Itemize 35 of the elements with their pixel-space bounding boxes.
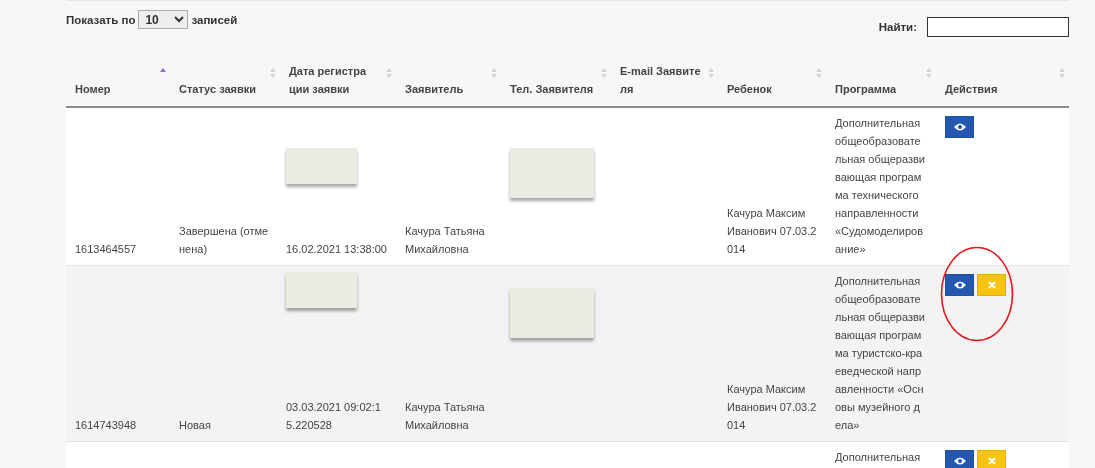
status-text: Новая	[179, 418, 212, 433]
close-icon	[987, 281, 996, 289]
column-header[interactable]: Дата регистра ции заявки	[289, 62, 367, 98]
program-name: Дополнительная общеобразовате льная общеразви вающая програм ма туристско-кра еведческой напр авленности «Осн овы музейного д ела»	[835, 274, 926, 433]
eye-icon	[953, 281, 966, 289]
search-field[interactable]	[927, 17, 1069, 37]
eye-icon	[953, 123, 966, 131]
page-size-select[interactable]: 10	[138, 10, 189, 29]
eye-icon	[953, 457, 966, 465]
close-icon	[987, 457, 996, 465]
column-header[interactable]: Заявитель	[405, 80, 464, 98]
length-label: записей	[191, 13, 238, 26]
request-number: 1613464557	[75, 242, 138, 257]
program-name: Дополнительная общеобразовате льная общеразви вающая програм ма технического направленности «Судомоделиров ание»	[835, 116, 926, 257]
search-label: Найти:	[878, 21, 917, 33]
applicant-name: Качура Татьяна Михайловна	[405, 400, 486, 433]
child-name: Качура Максим Иванович 07.03.2 014	[727, 382, 818, 433]
date-text: 03.03.2021 09:02:1 5.220528	[286, 400, 382, 433]
length-label: Показать по	[66, 13, 136, 26]
program-name: Дополнительная	[835, 450, 922, 465]
column-header[interactable]: Номер	[75, 80, 111, 98]
column-header[interactable]: Действия	[945, 80, 998, 98]
applicant-name: Качура Татьяна Михайловна	[405, 224, 486, 257]
status-text: Завершена (отме нена)	[179, 224, 270, 257]
child-name: Качура Максим Иванович 07.03.2 014	[727, 206, 818, 257]
column-header[interactable]: Статус заявки	[179, 80, 257, 98]
column-header[interactable]: Тел. Заявителя	[510, 80, 594, 98]
request-number: 1614743948	[75, 418, 138, 433]
column-header[interactable]: Программа	[835, 80, 896, 98]
column-header[interactable]: E-mail Заявите ля	[620, 62, 701, 98]
column-header[interactable]: Ребенок	[727, 80, 772, 98]
view-button[interactable]	[945, 116, 974, 138]
view-button[interactable]	[945, 450, 974, 468]
view-button[interactable]	[945, 274, 974, 296]
date-text: 16.02.2021 13:38:00	[286, 242, 388, 257]
